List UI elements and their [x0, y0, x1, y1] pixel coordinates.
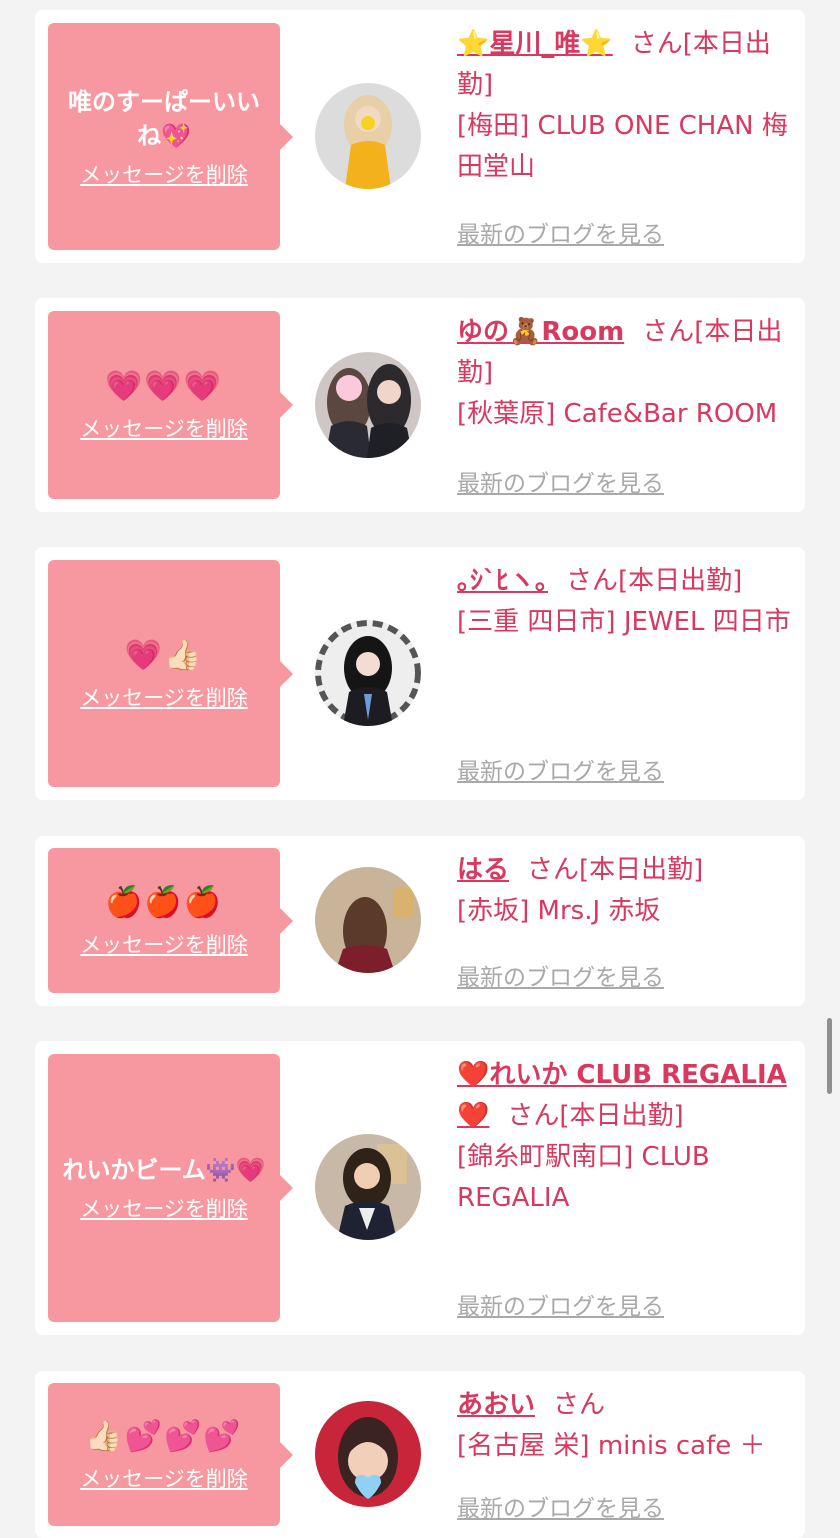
- message-card: れいかビーム👾💗 メッセージを削除 ❤️れいか CLUB REGALIA❤️ さん…: [35, 1041, 805, 1335]
- message-text: 🍎🍎🍎: [104, 884, 224, 920]
- message-text: 唯のすーぱーいいね💖: [68, 87, 260, 150]
- cast-name-link[interactable]: ｡ｼ`ﾋヽ｡: [457, 566, 548, 596]
- message-card: 唯のすーぱーいいね💖 メッセージを削除 ⭐星川_唯⭐ さん[本日出勤] [梅田] …: [35, 10, 805, 263]
- avatar-photo-icon: [315, 1134, 421, 1240]
- avatar-photo-icon: [315, 867, 421, 973]
- honorific-status: さん[本日出勤]: [566, 566, 743, 596]
- delete-message-link[interactable]: メッセージを削除: [80, 1463, 248, 1493]
- latest-blog-link[interactable]: 最新のブログを見る: [457, 215, 664, 249]
- shop-label: [名古屋 栄] minis cafe ＋: [457, 1431, 766, 1461]
- message-text: 💗💗💗: [104, 369, 224, 404]
- shop-label: [錦糸町駅南口] CLUB REGALIA: [457, 1142, 710, 1213]
- delete-message-link[interactable]: メッセージを削除: [80, 929, 248, 959]
- avatar-photo-icon: [315, 83, 421, 189]
- entry-info: はる さん[本日出勤] [赤坂] Mrs.J 赤坂: [457, 850, 797, 932]
- avatar-photo-icon: [315, 352, 421, 458]
- entry-info: ❤️れいか CLUB REGALIA❤️ さん[本日出勤] [錦糸町駅南口] CL…: [457, 1055, 797, 1219]
- scrollbar-thumb[interactable]: [827, 1018, 832, 1094]
- message-text: れいかビーム👾💗: [62, 1156, 266, 1184]
- delete-message-link[interactable]: メッセージを削除: [80, 682, 248, 712]
- message-card: 💗👍🏻 メッセージを削除 ｡ｼ`ﾋヽ｡ さん[本日出勤] [三重 四日市] JEW…: [35, 547, 805, 800]
- honorific-status: さん[本日出勤]: [527, 855, 704, 885]
- cast-name-link[interactable]: ⭐星川_唯⭐: [457, 29, 613, 59]
- avatar-photo-icon: [315, 1401, 421, 1507]
- message-bubble: 🍎🍎🍎 メッセージを削除: [48, 848, 293, 993]
- cast-name-link[interactable]: ゆの🧸Room: [457, 317, 624, 347]
- latest-blog-link[interactable]: 最新のブログを見る: [457, 752, 664, 786]
- avatar[interactable]: [315, 352, 421, 458]
- delete-message-link[interactable]: メッセージを削除: [80, 413, 248, 443]
- avatar[interactable]: [315, 83, 421, 189]
- delete-message-link[interactable]: メッセージを削除: [80, 1193, 248, 1223]
- message-text: 💗👍🏻: [124, 637, 204, 673]
- avatar[interactable]: [315, 1401, 421, 1507]
- latest-blog-link[interactable]: 最新のブログを見る: [457, 464, 664, 498]
- cast-name-link[interactable]: あおい: [457, 1390, 535, 1420]
- avatar-photo-icon: [315, 620, 421, 726]
- message-text: 👍🏻💕💕💕: [85, 1418, 243, 1454]
- delete-message-link[interactable]: メッセージを削除: [80, 159, 248, 189]
- message-card: 👍🏻💕💕💕 メッセージを削除 あおい さん [名古屋 栄] minis cafe …: [35, 1371, 805, 1538]
- avatar[interactable]: [315, 867, 421, 973]
- shop-label: [秋葉原] Cafe&Bar ROOM: [457, 399, 778, 429]
- message-bubble: 唯のすーぱーいいね💖 メッセージを削除: [48, 23, 293, 250]
- message-card: 💗💗💗 メッセージを削除 ゆの🧸Room さん[本日出勤] [秋葉原] Cafe&…: [35, 298, 805, 512]
- cast-name-link[interactable]: はる: [457, 855, 509, 885]
- honorific-status: さん: [553, 1390, 606, 1420]
- message-bubble: 👍🏻💕💕💕 メッセージを削除: [48, 1383, 293, 1526]
- latest-blog-link[interactable]: 最新のブログを見る: [457, 958, 664, 992]
- honorific-status: さん[本日出勤]: [507, 1101, 684, 1131]
- latest-blog-link[interactable]: 最新のブログを見る: [457, 1489, 664, 1523]
- entry-info: ゆの🧸Room さん[本日出勤] [秋葉原] Cafe&Bar ROOM: [457, 312, 797, 435]
- message-bubble: れいかビーム👾💗 メッセージを削除: [48, 1054, 293, 1322]
- entry-info: あおい さん [名古屋 栄] minis cafe ＋: [457, 1385, 797, 1467]
- shop-label: [三重 四日市] JEWEL 四日市: [457, 607, 791, 637]
- entry-info: ｡ｼ`ﾋヽ｡ さん[本日出勤] [三重 四日市] JEWEL 四日市: [457, 561, 797, 643]
- message-card: 🍎🍎🍎 メッセージを削除 はる さん[本日出勤] [赤坂] Mrs.J 赤坂 最新…: [35, 836, 805, 1006]
- message-bubble: 💗💗💗 メッセージを削除: [48, 311, 293, 499]
- entry-info: ⭐星川_唯⭐ さん[本日出勤] [梅田] CLUB ONE CHAN 梅田堂山: [457, 24, 797, 188]
- shop-label: [赤坂] Mrs.J 赤坂: [457, 896, 661, 926]
- avatar[interactable]: [315, 620, 421, 726]
- message-bubble: 💗👍🏻 メッセージを削除: [48, 560, 293, 787]
- shop-label: [梅田] CLUB ONE CHAN 梅田堂山: [457, 111, 788, 182]
- avatar[interactable]: [315, 1134, 421, 1240]
- latest-blog-link[interactable]: 最新のブログを見る: [457, 1287, 664, 1321]
